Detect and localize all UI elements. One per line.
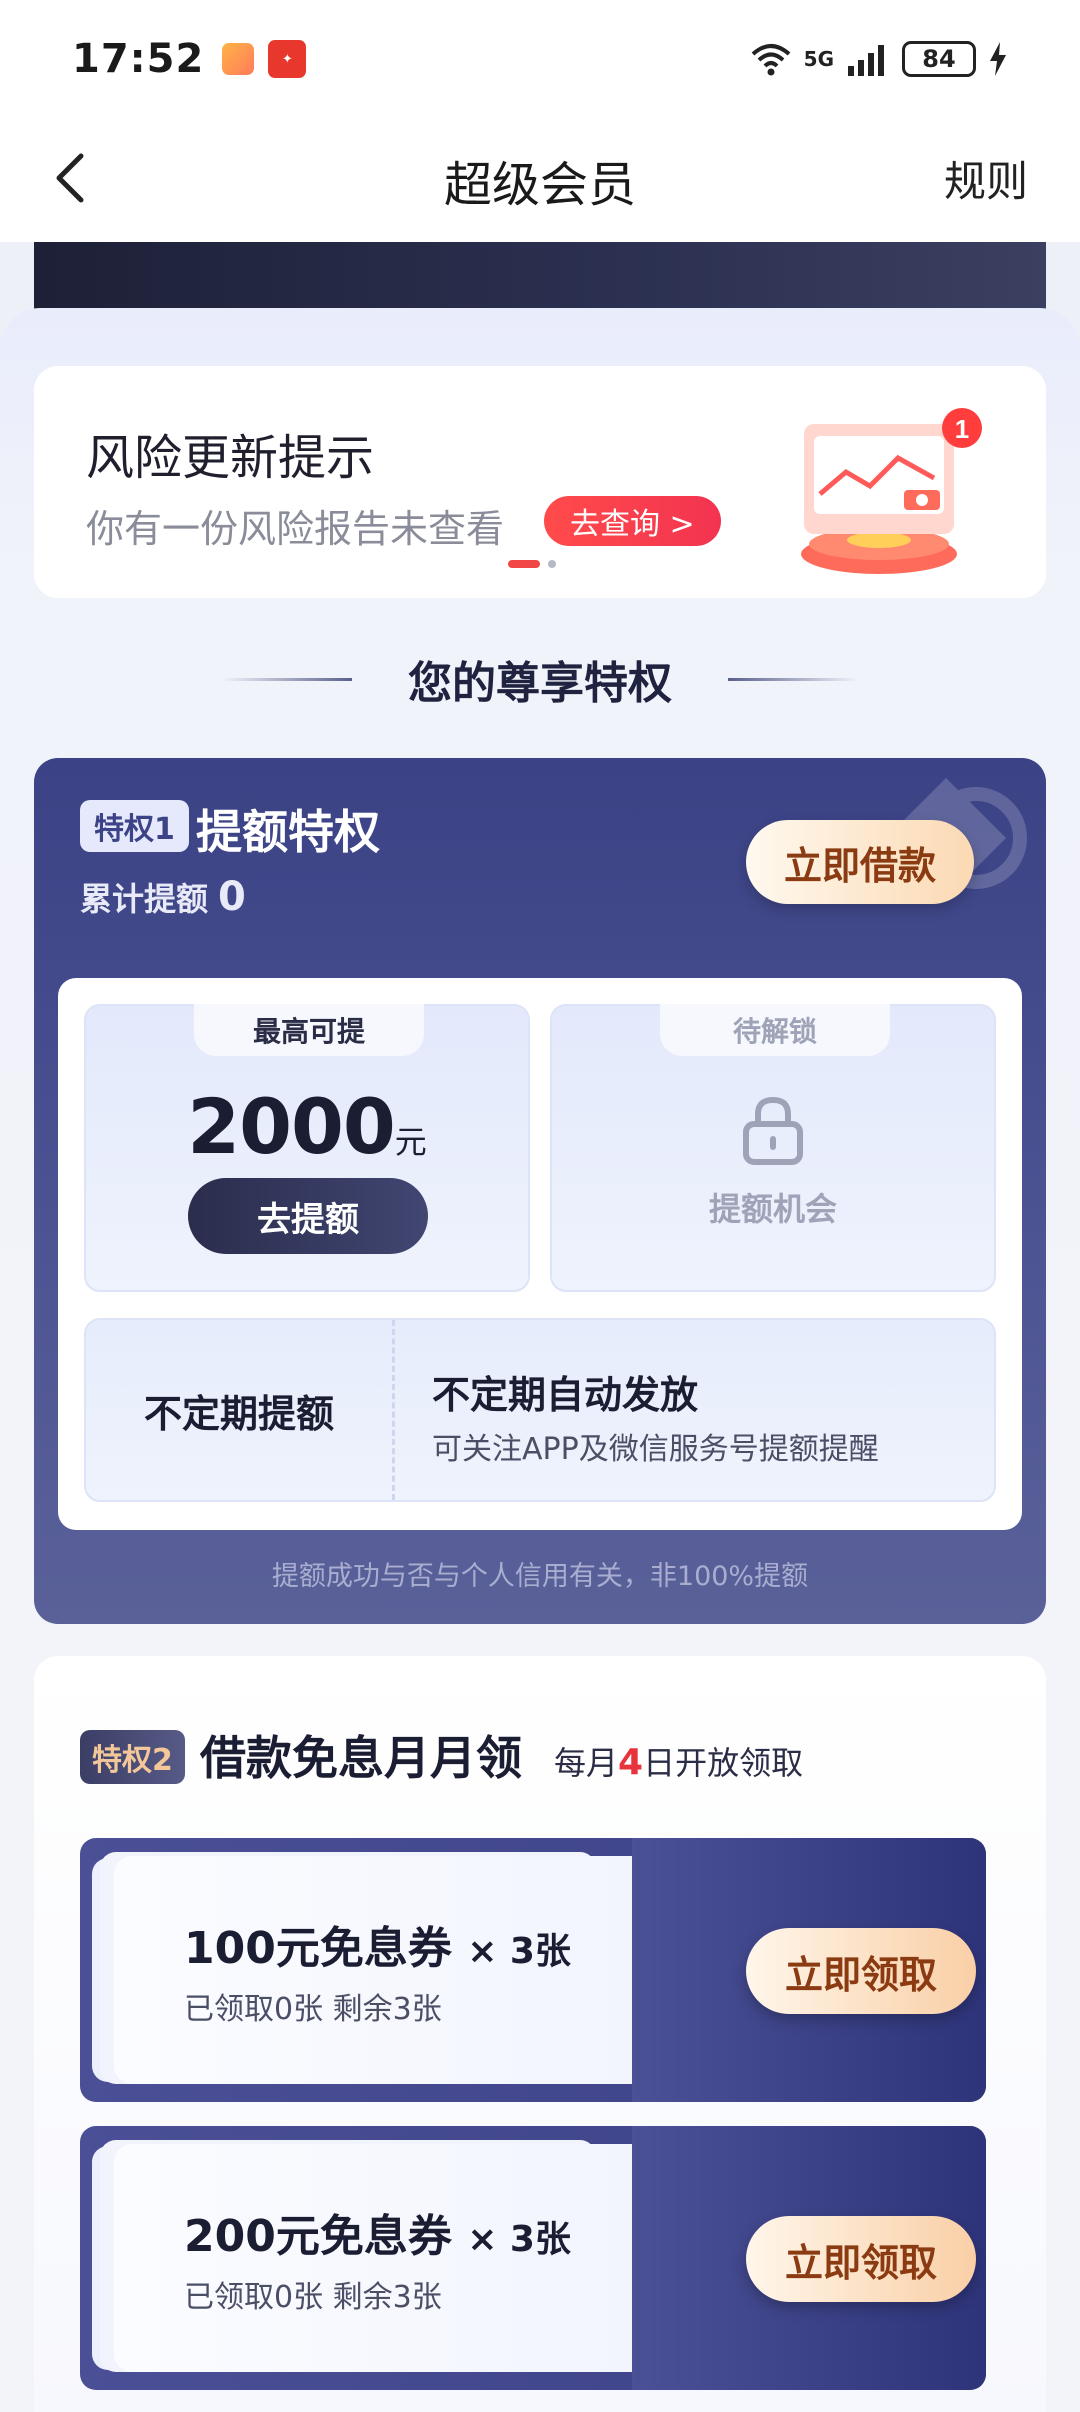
irregular-label: 不定期提额 [143, 1391, 334, 1436]
privilege-1-card: 特权1 提额特权 累计提额0 立即借款 最高可提 2000元 去提额 待解锁 [34, 758, 1046, 1624]
rules-link[interactable]: 规则 [944, 148, 1028, 209]
amount-unit: 元 [394, 1123, 427, 1161]
coupon-card: 100元免息券 × 3张 已领取0张 剩余3张 立即领取 [80, 1838, 986, 2102]
risk-subtitle: 你有一份风险报告未查看 [86, 507, 505, 551]
dashed-divider [392, 1320, 395, 1500]
query-button[interactable]: 去查询 > [544, 496, 721, 546]
amount-value: 2000 [187, 1082, 396, 1171]
ticket-tab-label: 最高可提 [194, 1004, 424, 1056]
privilege-tag: 特权2 [80, 1730, 185, 1784]
privilege-2-card: 特权2 借款免息月月领 每月4日开放领取 100元免息券 × 3张 已领取0张 … [34, 1656, 1046, 2412]
irregular-increase-card: 不定期提额 不定期自动发放 可关注APP及微信服务号提额提醒 [84, 1318, 996, 1502]
app-notification-icon: ✦ [268, 40, 307, 78]
open-date-prefix: 每月 [554, 1744, 619, 1782]
battery-indicator: 84 [902, 41, 976, 77]
coupon-card: 200元免息券 × 3张 已领取0张 剩余3张 立即领取 [80, 2126, 986, 2390]
locked-ticket: 待解锁 提额机会 [550, 1004, 996, 1292]
open-date-suffix: 日开放领取 [643, 1744, 804, 1782]
coupon-title: 100元免息券 × 3张 [184, 1912, 571, 1976]
coupon-status: 已领取0张 剩余3张 [184, 1992, 442, 2027]
heading-line-left [222, 677, 352, 681]
carousel-dot [548, 560, 556, 568]
network-type: 5G [803, 47, 834, 71]
carousel-dot-active [508, 560, 540, 568]
cumulative-label: 累计提额 [80, 880, 209, 918]
claim-button[interactable]: 立即领取 [746, 1928, 976, 2014]
carousel-dots [508, 560, 556, 568]
back-button[interactable] [38, 146, 102, 210]
notification-badge: 1 [955, 414, 969, 444]
coupon-title: 200元免息券 × 3张 [184, 2200, 571, 2264]
signal-icon [848, 45, 884, 76]
coupon-name: 200元免息券 [184, 2211, 452, 2262]
coupon-status: 已领取0张 剩余3张 [184, 2280, 442, 2315]
status-time: 17:52 [72, 36, 205, 82]
status-bar: 17:52 ✦ 5G 84 [0, 0, 1080, 118]
coupon-count: × 3张 [467, 1931, 571, 1972]
status-indicators: 5G 84 [750, 41, 1008, 77]
page: 17:52 ✦ 5G 84 超级会员 规则 风险更新提示 你有一份风险报告未查看… [0, 0, 1080, 2412]
wallet-app-icon [222, 43, 255, 75]
privilege-title: 提额特权 [196, 805, 380, 859]
borrow-now-button[interactable]: 立即借款 [746, 820, 974, 904]
page-title: 超级会员 [443, 157, 636, 213]
wifi-icon [751, 44, 790, 76]
privilege-title: 借款免息月月领 [200, 1731, 522, 1785]
section-heading: 您的尊享特权 [0, 644, 1080, 714]
increase-limit-button[interactable]: 去提额 [188, 1178, 428, 1254]
risk-report-illustration: 1 [801, 408, 982, 574]
open-date-day: 4 [618, 1742, 644, 1783]
open-date-info: 每月4日开放领取 [554, 1738, 803, 1784]
claim-button[interactable]: 立即领取 [746, 2216, 976, 2302]
nav-bar: 超级会员 规则 [0, 118, 1080, 242]
coupon-name: 100元免息券 [184, 1923, 452, 1974]
risk-update-card[interactable]: 风险更新提示 你有一份风险报告未查看 去查询 > 1 [34, 366, 1046, 598]
ticket-tab-label: 待解锁 [660, 1004, 890, 1056]
disclaimer-note: 提额成功与否与个人信用有关，非100%提额 [271, 1561, 809, 1592]
charging-icon [990, 42, 1006, 76]
max-amount: 2000元 [86, 1082, 528, 1171]
section-title: 您的尊享特权 [408, 658, 672, 709]
irregular-title: 不定期自动发放 [432, 1373, 699, 1417]
max-amount-ticket: 最高可提 2000元 去提额 [84, 1004, 530, 1292]
locked-label: 提额机会 [708, 1190, 837, 1228]
irregular-subtitle: 可关注APP及微信服务号提额提醒 [432, 1432, 879, 1467]
privilege-tag: 特权1 [80, 800, 189, 852]
chevron-left-icon [56, 153, 84, 203]
cumulative-increase: 累计提额 0 [80, 874, 246, 920]
risk-title: 风险更新提示 [86, 430, 375, 486]
cumulative-value: 0 [218, 874, 246, 920]
coupon-count: × 3张 [467, 2219, 571, 2260]
privilege-1-panel: 最高可提 2000元 去提额 待解锁 提额机会 不定期提额 不定期自动发放 可关… [58, 978, 1022, 1530]
heading-line-right [728, 677, 858, 681]
lock-icon [743, 1096, 803, 1165]
